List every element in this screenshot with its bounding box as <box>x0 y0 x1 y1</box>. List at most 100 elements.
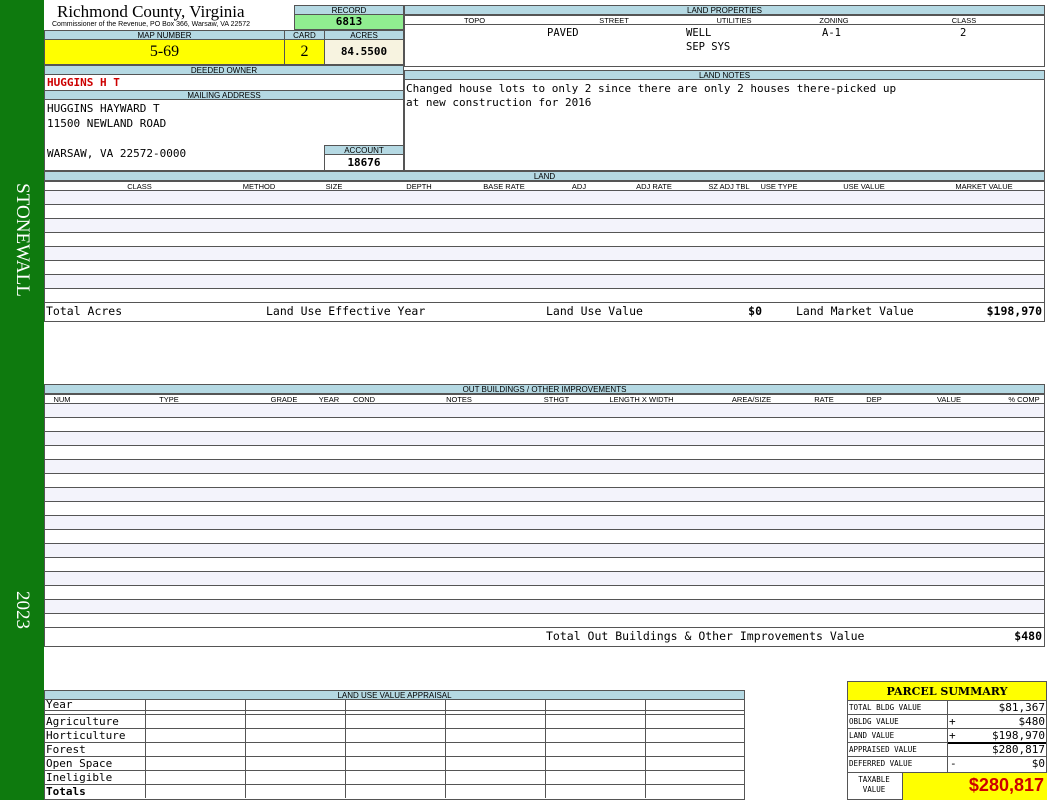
table-row <box>45 600 1044 614</box>
table-row <box>45 614 1044 628</box>
land-use-value-label: Land Use Value <box>546 304 643 318</box>
table-row <box>45 261 1044 275</box>
ob-col-area-size: AREA/SIZE <box>709 394 795 404</box>
ob-col-length-width: LENGTH X WIDTH <box>574 394 710 404</box>
land-properties-title: LAND PROPERTIES <box>404 5 1045 15</box>
account-label: ACCOUNT <box>324 145 404 155</box>
table-row <box>45 558 1044 572</box>
commissioner-address: Commissioner of the Revenue, PO Box 366,… <box>52 21 251 28</box>
street-value: PAVED <box>547 27 579 39</box>
taxable-label-2: VALUE <box>862 785 886 794</box>
table-row <box>45 418 1044 432</box>
land-prop-col-class: CLASS <box>884 15 1045 25</box>
ob-col-grade: GRADE <box>259 394 310 404</box>
record-value: 6813 <box>294 15 404 30</box>
appraisal-row-open-space: Open Space <box>46 757 113 770</box>
summary-value-total-bldg: $81,367 <box>998 701 1045 714</box>
land-prop-col-utilities: UTILITIES <box>684 15 785 25</box>
land-use-appraisal-grid <box>44 700 745 800</box>
summary-label-obldg: OBLDG VALUE <box>849 717 899 726</box>
table-row <box>45 488 1044 502</box>
table-row <box>45 502 1044 516</box>
taxable-value: $280,817 <box>902 773 1047 800</box>
deeded-owner-label: DEEDED OWNER <box>44 65 404 75</box>
ob-col-year: YEAR <box>309 394 350 404</box>
summary-value-obldg: $480 <box>1018 715 1046 728</box>
land-notes-line-1: Changed house lots to only 2 since there… <box>406 82 897 95</box>
table-row <box>45 460 1044 474</box>
table-row <box>45 572 1044 586</box>
appraisal-row-forest: Forest <box>46 743 86 756</box>
appraisal-row-ineligible: Ineligible <box>46 771 113 784</box>
table-row <box>45 516 1044 530</box>
county-title: Richmond County, Virginia <box>57 2 245 21</box>
land-col-base-rate: BASE RATE <box>454 181 555 191</box>
land-use-appraisal-title: LAND USE VALUE APPRAISAL <box>44 690 745 700</box>
table-row <box>45 191 1044 205</box>
zoning-value: A-1 <box>822 27 841 39</box>
outbuildings-total-label: Total Out Buildings & Other Improvements… <box>546 629 865 643</box>
summary-label-appraised: APPRAISED VALUE <box>849 745 917 754</box>
land-col-adj-rate: ADJ RATE <box>604 181 705 191</box>
outbuildings-title: OUT BUILDINGS / OTHER IMPROVEMENTS <box>44 384 1045 394</box>
land-col-sz-adj-tbl: SZ ADJ TBL <box>704 181 755 191</box>
ob-col-num: NUM <box>44 394 80 404</box>
acres-label: ACRES <box>324 30 404 40</box>
map-number-value: 5-69 <box>44 40 285 65</box>
table-row <box>45 446 1044 460</box>
district-label: STONEWALL <box>12 183 33 297</box>
summary-value-deferred: $0 <box>1031 757 1045 770</box>
table-row <box>45 530 1044 544</box>
ob-col-value: VALUE <box>894 394 1005 404</box>
land-prop-col-street: STREET <box>544 15 685 25</box>
record-label: RECORD <box>294 5 404 15</box>
land-rows-box <box>44 191 1045 322</box>
outbuildings-total-value: $480 <box>1014 629 1042 643</box>
land-col-size: SIZE <box>284 181 385 191</box>
table-row <box>45 205 1044 219</box>
class-value: 2 <box>960 27 967 39</box>
mailing-line-1: HUGGINS HAYWARD T <box>47 102 160 115</box>
ob-col-cond: COND <box>349 394 380 404</box>
table-row <box>45 474 1044 488</box>
table-row <box>45 544 1044 558</box>
land-title: LAND <box>44 171 1045 181</box>
ob-col-notes: NOTES <box>379 394 540 404</box>
land-notes-line-2: at new construction for 2016 <box>406 96 592 109</box>
ob-col-type: TYPE <box>79 394 260 404</box>
table-row <box>45 586 1044 600</box>
utilities-value-2: SEP SYS <box>686 41 731 53</box>
parcel-summary-title: PARCEL SUMMARY <box>847 681 1047 701</box>
mailing-address-label: MAILING ADDRESS <box>44 90 404 100</box>
table-row <box>45 233 1044 247</box>
land-col-use-type: USE TYPE <box>754 181 805 191</box>
mailing-line-3: WARSAW, VA 22572-0000 <box>47 147 187 160</box>
taxable-label-1: TAXABLE <box>858 775 890 784</box>
land-prop-col-topo: TOPO <box>404 15 545 25</box>
table-row <box>45 275 1044 289</box>
summary-value-land: $198,970 <box>992 729 1045 742</box>
table-row <box>45 289 1044 303</box>
land-use-effective-year-label: Land Use Effective Year <box>266 304 426 318</box>
land-use-value: $0 <box>748 304 762 318</box>
mailing-line-2: 11500 NEWLAND ROAD <box>47 117 167 130</box>
land-col-market-value: MARKET VALUE <box>924 181 1045 191</box>
appraisal-row-totals: Totals <box>46 785 86 798</box>
ob-col-sthgt: STHGT <box>539 394 575 404</box>
land-col-use-value: USE VALUE <box>804 181 925 191</box>
sidebar: STONEWALL 2023 <box>0 0 44 800</box>
appraisal-row-horticulture: Horticulture <box>46 729 126 742</box>
table-row <box>45 219 1044 233</box>
summary-label-total-bldg: TOTAL BLDG VALUE <box>849 703 922 712</box>
land-col-method: METHOD <box>234 181 285 191</box>
total-acres-label: Total Acres <box>46 304 123 318</box>
appraisal-row-year: Year <box>46 698 73 711</box>
table-row <box>45 247 1044 261</box>
year-label: 2023 <box>12 591 33 629</box>
acres-value: 84.5500 <box>324 40 404 65</box>
summary-label-land: LAND VALUE <box>849 731 895 740</box>
summary-value-appraised: $280,817 <box>992 743 1045 756</box>
ob-col-dep: DEP <box>854 394 895 404</box>
utilities-value-1: WELL <box>686 27 712 39</box>
land-market-value-label: Land Market Value <box>796 304 914 318</box>
